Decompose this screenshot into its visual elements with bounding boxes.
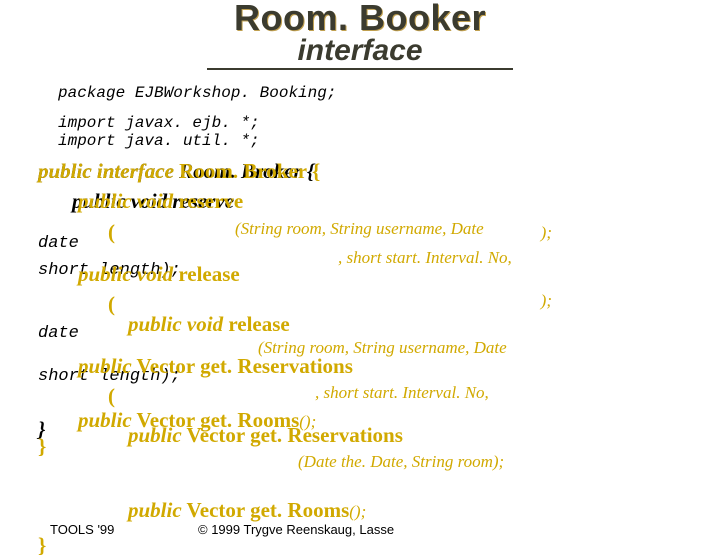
import-line: import java. util. *; [58,132,672,150]
code-area: package EJBWorkshop. Booking; import jav… [8,80,712,150]
title-block: Room. Booker interface [8,0,712,70]
import-line: import javax. ejb. *; [58,114,672,132]
yellow-layer: public interface Room. Broker { public v… [38,156,702,560]
footer-copyright: © 1999 Trygve Reenskaug, Lasse [198,522,394,537]
footer: TOOLS '99 © 1999 Trygve Reenskaug, Lasse [50,522,394,537]
package-line: package EJBWorkshop. Booking; [58,84,672,102]
imports: import javax. ejb. *; import java. util.… [58,114,672,150]
title-main: Room. Booker [8,0,712,36]
title-sub: interface [207,36,512,70]
slide: Room. Booker interface package EJBWorksh… [0,0,720,150]
yellow-line: public interface Room. Broker { [38,156,702,186]
footer-left: TOOLS '99 [50,522,114,537]
yellow-line: public void reserve [38,186,702,216]
